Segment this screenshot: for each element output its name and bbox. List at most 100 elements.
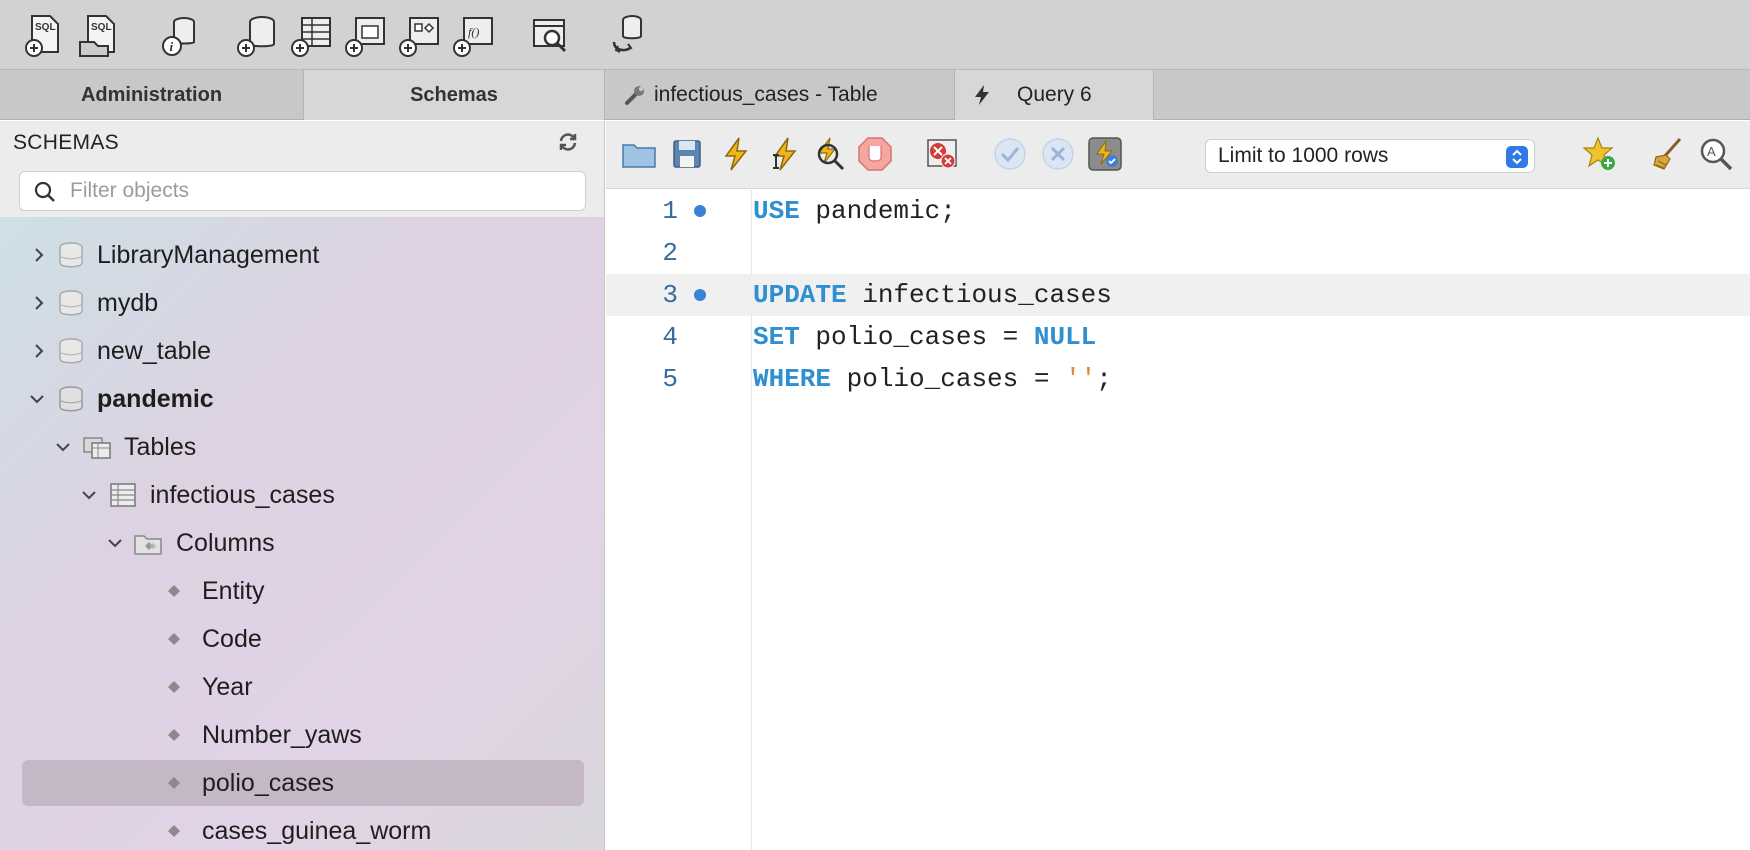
svg-text:i: i [170,39,174,54]
svg-text:SQL: SQL [91,22,112,33]
explain-query-icon[interactable] [810,135,848,173]
tree-row-columns[interactable]: Columns [0,520,604,566]
database-icon [59,338,83,364]
code-line[interactable]: 5 WHERE polio_cases = ''; [606,358,1750,400]
chevron-down-icon[interactable] [54,438,72,456]
limit-rows-select[interactable]: Limit to 1000 rows [1205,139,1535,173]
sql-text: pandemic; [799,196,956,226]
filter-box [19,171,586,211]
open-sql-script-icon[interactable]: SQL [76,12,122,58]
sql-keyword: UPDATE [753,280,847,310]
code-text: WHERE polio_cases = ''; [753,364,1112,394]
schema-label: mydb [97,288,159,317]
database-icon [59,242,83,268]
chevron-down-icon[interactable] [28,390,46,408]
code-text: SET polio_cases = NULL [753,322,1096,352]
schema-row-mydb[interactable]: mydb [0,280,604,326]
sql-text: ; [1096,364,1112,394]
create-function-icon[interactable]: f() [450,12,496,58]
autocommit-toggle-icon[interactable] [1086,135,1124,173]
tables-folder-icon [83,437,111,459]
code-line[interactable]: 2 [606,232,1750,274]
rollback-icon[interactable] [1039,135,1077,173]
schemas-panel: SCHEMAS LibraryManagement mydb new_table [0,121,605,850]
beautify-query-icon[interactable] [1650,135,1688,173]
filter-objects-input[interactable] [70,176,570,206]
schema-row-new-table[interactable]: new_table [0,328,604,374]
stop-on-error-toggle-icon[interactable] [924,135,962,173]
schema-row-librarymanagement[interactable]: LibraryManagement [0,232,604,278]
statement-marker-icon [694,205,706,217]
save-file-icon[interactable] [668,135,706,173]
reconnect-icon[interactable] [606,12,652,58]
refresh-icon[interactable] [557,131,579,153]
editor-toolbar: Limit to 1000 rows A [606,121,1750,189]
create-table-icon[interactable] [288,12,334,58]
stop-query-icon[interactable] [856,135,894,173]
tab-administration[interactable]: Administration [0,70,304,120]
sql-keyword: USE [753,196,800,226]
column-diamond-icon [168,633,180,645]
column-label: Year [202,672,253,701]
column-diamond-icon [168,729,180,741]
create-view-icon[interactable] [342,12,388,58]
tab-schemas[interactable]: Schemas [304,70,605,120]
sql-text: infectious_cases [846,280,1112,310]
sql-editor[interactable]: 1 USE pandemic; 2 3 UPDATE infectious_ca… [606,190,1750,850]
tree-label: infectious_cases [150,480,335,509]
chevron-up-down-icon [1506,146,1528,168]
column-row-cases-guinea-worm[interactable]: cases_guinea_worm [0,808,604,850]
statement-marker-icon [694,289,706,301]
column-row-number-yaws[interactable]: Number_yaws [0,712,604,758]
tab-query-6[interactable]: Query 6 [955,70,1154,120]
search-table-data-icon[interactable] [528,12,574,58]
tab-strip: Administration Schemas infectious_cases … [0,70,1750,120]
sql-text: polio_cases = [799,322,1034,352]
create-schema-icon[interactable] [234,12,280,58]
table-icon [110,483,136,507]
column-label: cases_guinea_worm [202,816,432,845]
column-row-year[interactable]: Year [0,664,604,710]
code-line[interactable]: 1 USE pandemic; [606,190,1750,232]
column-diamond-icon [168,777,180,789]
add-snippet-star-icon[interactable] [1580,135,1618,173]
sql-text: polio_cases = [831,364,1066,394]
column-diamond-icon [168,825,180,837]
column-label: Entity [202,576,265,605]
tab-infectious-cases-table[interactable]: infectious_cases - Table [606,70,955,120]
line-number: 5 [662,364,678,394]
server-info-icon[interactable]: i [156,12,202,58]
column-row-entity[interactable]: Entity [0,568,604,614]
create-procedure-icon[interactable] [396,12,442,58]
chevron-down-icon[interactable] [80,486,98,504]
tree-row-tables[interactable]: Tables [0,424,604,470]
limit-rows-label: Limit to 1000 rows [1218,144,1389,167]
column-row-polio-cases[interactable]: polio_cases [0,760,604,806]
chevron-down-icon[interactable] [106,534,124,552]
column-label: Number_yaws [202,720,362,749]
chevron-right-icon[interactable] [30,342,48,360]
new-sql-tab-icon[interactable]: SQL [22,12,68,58]
find-replace-icon[interactable]: A [1697,135,1735,173]
column-row-code[interactable]: Code [0,616,604,662]
chevron-right-icon[interactable] [30,294,48,312]
main-toolbar: SQL SQL i f() [0,0,1750,70]
tree-label: Tables [124,432,197,461]
code-line-current[interactable]: 3 UPDATE infectious_cases [606,274,1750,316]
tree-row-infectious-cases[interactable]: infectious_cases [0,472,604,518]
column-label: polio_cases [202,768,335,797]
commit-icon[interactable] [991,135,1029,173]
open-file-icon[interactable] [620,135,658,173]
column-label: Code [202,624,262,653]
execute-all-icon[interactable] [717,135,755,173]
line-number: 3 [662,280,678,310]
lightning-icon [975,85,989,105]
sql-keyword: SET [753,322,800,352]
schema-row-pandemic[interactable]: pandemic [0,376,604,422]
code-line[interactable]: 4 SET polio_cases = NULL [606,316,1750,358]
execute-current-statement-icon[interactable] [764,135,802,173]
chevron-right-icon[interactable] [30,246,48,264]
schema-tree: LibraryManagement mydb new_table pandemi… [0,217,604,850]
schemas-title: SCHEMAS [13,131,119,154]
schema-label: pandemic [97,384,214,413]
